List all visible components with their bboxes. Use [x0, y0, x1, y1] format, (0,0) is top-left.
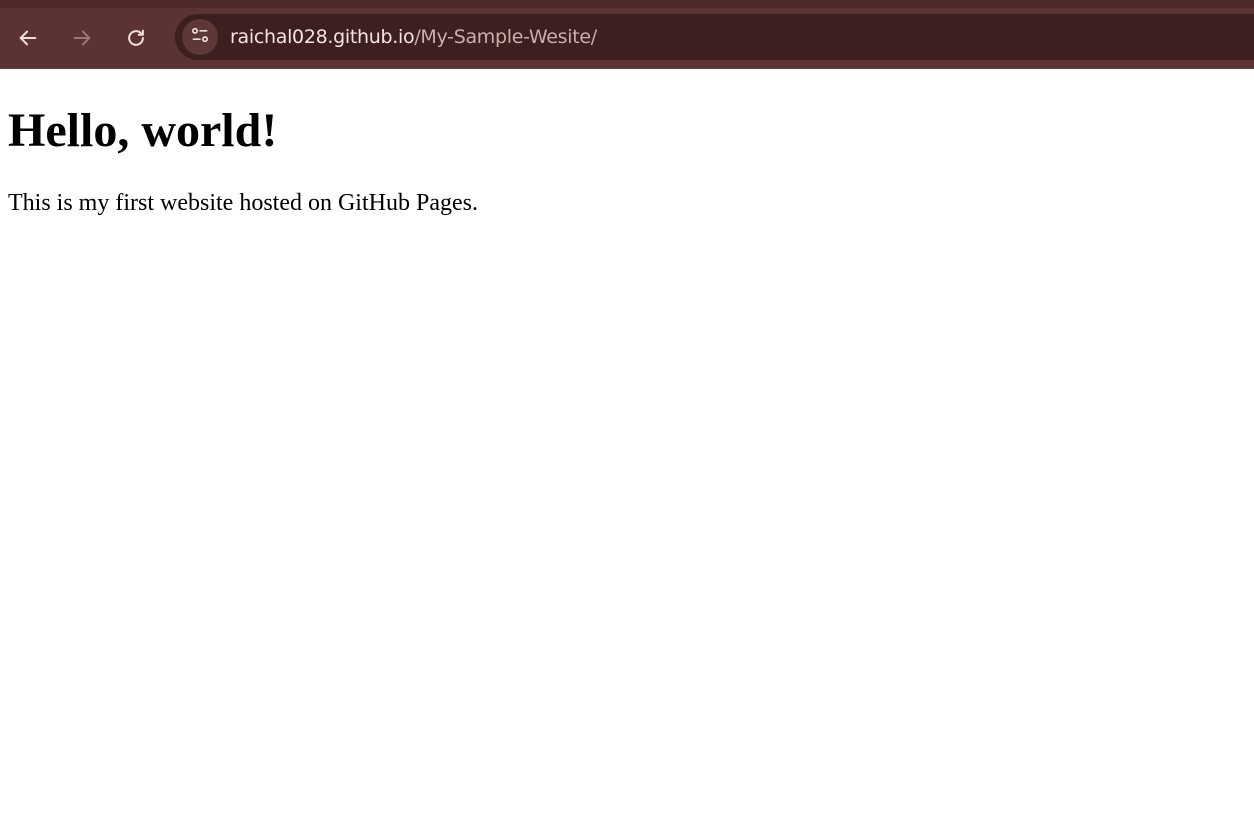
url-path: /My-Sample-Wesite/ [414, 26, 597, 48]
page-content: Hello, world! This is my first website h… [8, 69, 1254, 217]
site-info-button[interactable] [182, 19, 218, 55]
arrow-left-icon [17, 27, 39, 49]
tune-icon [190, 25, 210, 50]
url-text[interactable]: raichal028.github.io/My-Sample-Wesite/ [230, 27, 597, 47]
address-bar[interactable]: raichal028.github.io/My-Sample-Wesite/ [175, 14, 1254, 60]
reload-button[interactable] [116, 18, 156, 58]
browser-toolbar: raichal028.github.io/My-Sample-Wesite/ [0, 0, 1254, 69]
page-paragraph: This is my first website hosted on GitHu… [8, 190, 478, 216]
arrow-right-icon [71, 27, 93, 49]
reload-icon [125, 27, 147, 49]
url-host: raichal028.github.io [230, 26, 415, 48]
back-button[interactable] [8, 18, 48, 58]
forward-button[interactable] [62, 18, 102, 58]
page-heading: Hello, world! [8, 104, 278, 157]
